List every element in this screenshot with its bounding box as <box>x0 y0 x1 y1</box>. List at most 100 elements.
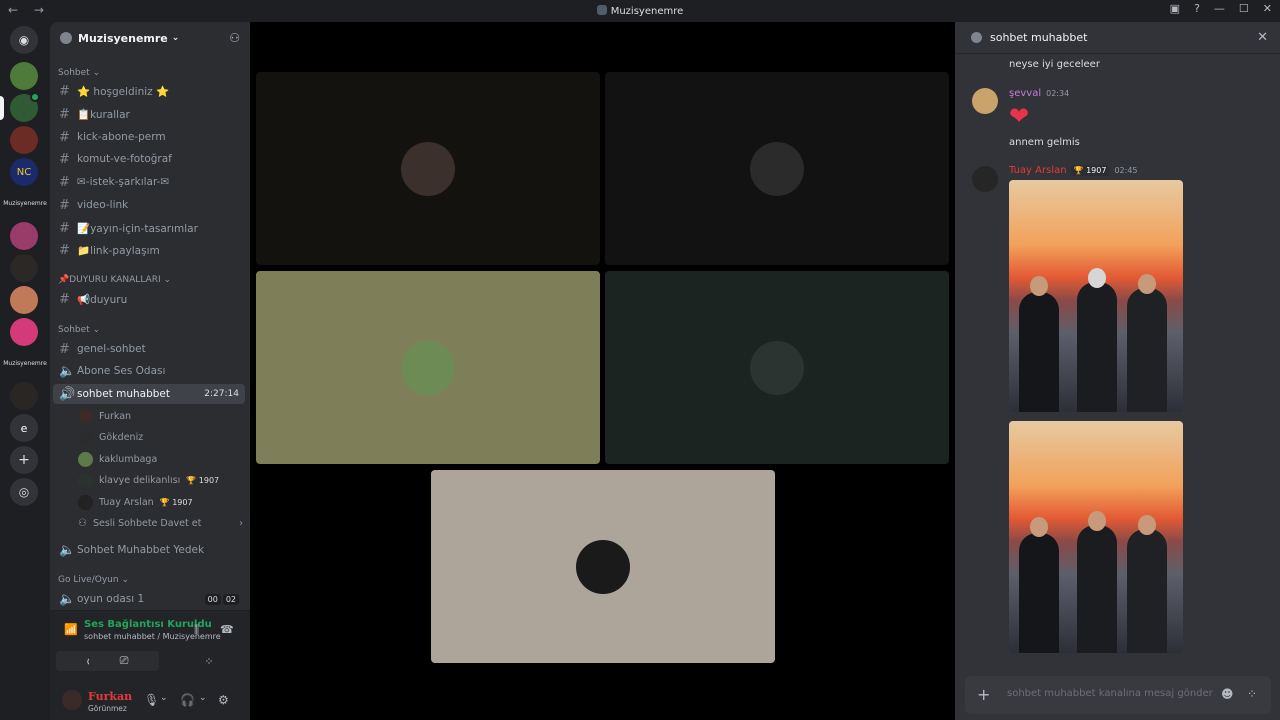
headphones-icon[interactable]: 🎧 <box>180 693 195 707</box>
message-author[interactable]: Tuay Arslan <box>1009 165 1067 176</box>
voice-channel-abone[interactable]: 🔈 Abone Ses Odası <box>53 361 245 381</box>
channel-hosgeldiniz[interactable]: # ⭐ hoşgeldiniz ⭐ <box>53 81 245 101</box>
avatar <box>78 408 93 424</box>
chevron-down-icon[interactable]: ⌄ <box>199 693 207 703</box>
voice-invite-link[interactable]: ⚇ Sesli Sohbete Davet et › <box>78 513 243 533</box>
video-tile[interactable] <box>605 271 949 464</box>
voice-user[interactable]: klavye delikanlısı 🏆 1907 <box>78 470 219 490</box>
message-author[interactable]: şevval <box>1009 88 1041 99</box>
hash-icon: # <box>59 341 70 357</box>
add-attachment-icon[interactable]: + <box>977 685 990 704</box>
emoji-icon[interactable]: ☻ <box>1221 687 1234 701</box>
server-icon[interactable] <box>10 286 38 314</box>
signal-icon[interactable]: 📶 <box>64 623 78 636</box>
server-icon[interactable]: e <box>10 414 38 442</box>
settings-gear-icon[interactable]: ⚙ <box>218 693 229 707</box>
voice-user[interactable]: Tuay Arslan 🏆 1907 <box>78 492 193 512</box>
speaker-icon: 🔊 <box>59 386 76 402</box>
add-member-icon[interactable]: ⚇ <box>229 31 240 45</box>
help-icon[interactable]: ? <box>1194 2 1200 15</box>
channel-video-link[interactable]: # video-link <box>53 195 245 215</box>
server-icon[interactable] <box>10 382 38 410</box>
server-icon[interactable]: NC <box>10 158 38 186</box>
participant-avatar <box>576 539 630 594</box>
server-icon[interactable] <box>10 254 38 282</box>
channel-genel-sohbet[interactable]: # genel-sohbet <box>53 339 245 359</box>
screen-share-button[interactable]: ⎚ <box>89 651 159 671</box>
apps-icon[interactable]: ⁘ <box>1247 687 1257 701</box>
voice-status: Ses Bağlantısı Kuruldu <box>84 619 212 630</box>
server-icon[interactable] <box>10 222 38 250</box>
message-composer: + sohbet muhabbet kanalına mesaj gönder … <box>965 676 1271 714</box>
photo-person <box>1019 533 1059 653</box>
server-text-label[interactable]: Muzisyenemre <box>0 200 50 207</box>
image-attachment[interactable] <box>1009 421 1183 653</box>
video-tile[interactable] <box>256 72 600 265</box>
user-name[interactable]: Furkan <box>88 690 132 703</box>
trophy-badge: 🏆 1907 <box>186 475 220 485</box>
disconnect-icon[interactable]: ☎ <box>220 623 234 636</box>
discover-icon[interactable]: ◎ <box>10 478 38 506</box>
channel-link-paylasim[interactable]: # 📁link-paylaşım <box>53 240 245 260</box>
avatar <box>78 451 93 467</box>
guild-header[interactable]: Muzisyenemre ⌄ ⚇ <box>50 22 250 54</box>
video-tile[interactable] <box>256 271 600 464</box>
close-window-button[interactable]: ✕ <box>1263 2 1272 15</box>
category-sohbet[interactable]: Sohbet ⌄ <box>58 68 100 78</box>
message-time: 02:34 <box>1046 89 1070 98</box>
channel-kick-abone-perm[interactable]: # kick-abone-perm <box>53 127 245 147</box>
channel-sidebar: Muzisyenemre ⌄ ⚇ Sohbet ⌄ # ⭐ hoşgeldiniz… <box>50 22 250 720</box>
voice-channel-yedek[interactable]: 🔈 Sohbet Muhabbet Yedek <box>53 540 245 560</box>
microphone-icon[interactable]: 🎙 <box>144 693 159 707</box>
avatar[interactable] <box>972 166 998 192</box>
participant-avatar <box>401 141 455 196</box>
video-tile[interactable] <box>605 72 949 265</box>
activities-button[interactable]: ⁘ <box>174 651 244 671</box>
voice-channel-sohbet-muhabbet[interactable]: 🔊 sohbet muhabbet 2:27:14 <box>53 384 245 404</box>
channel-istek-sarkilar[interactable]: # ✉-istek-şarkılar-✉ <box>53 172 245 192</box>
server-letter: e <box>20 421 28 435</box>
category-go-live[interactable]: Go Live/Oyun ⌄ <box>58 575 129 585</box>
photo-head <box>1088 511 1106 531</box>
channel-kurallar[interactable]: # 📋kurallar <box>53 104 245 124</box>
voice-channel-path[interactable]: sohbet muhabbet / Muzisyenemre <box>84 632 221 641</box>
chat-bubble-icon <box>971 32 982 43</box>
channel-yayin-tasarimlar[interactable]: # 📝yayın-için-tasarımlar <box>53 218 245 238</box>
speaker-icon: 🔈 <box>59 591 76 607</box>
minimize-button[interactable]: — <box>1214 2 1225 15</box>
guild-icon <box>60 32 72 44</box>
inbox-icon[interactable]: ▣ <box>1170 2 1180 15</box>
noise-suppression-icon[interactable]: ⫼ <box>194 623 199 637</box>
category-duyuru[interactable]: 📌DUYURU KANALLARI ⌄ <box>58 275 171 285</box>
avatar[interactable] <box>62 690 82 710</box>
channel-duyuru[interactable]: # 📢duyuru <box>53 289 245 309</box>
image-attachment[interactable] <box>1009 180 1183 412</box>
channel-komut-ve-fotograf[interactable]: # komut-ve-fotoğraf <box>53 149 245 169</box>
hash-icon: # <box>59 83 70 99</box>
title-bar: ← → Muzisyenemre ▣ ? — ☐ ✕ <box>0 0 1280 22</box>
screen-share-icon: ⎚ <box>119 654 129 667</box>
maximize-button[interactable]: ☐ <box>1239 2 1249 15</box>
server-icon[interactable] <box>10 62 38 90</box>
chevron-down-icon[interactable]: ⌄ <box>160 693 168 703</box>
server-icon[interactable] <box>10 318 38 346</box>
message-input[interactable]: sohbet muhabbet kanalına mesaj gönder <box>1007 688 1213 699</box>
server-icon[interactable] <box>10 126 38 154</box>
voice-user[interactable]: kaklumbaga <box>78 449 157 469</box>
voice-user[interactable]: Gökdeniz <box>78 427 143 447</box>
window-controls[interactable]: ▣ ? — ☐ ✕ <box>1170 2 1272 15</box>
voice-user[interactable]: Furkan <box>78 406 131 426</box>
voice-channel-oyun[interactable]: 🔈 oyun odası 1 00 02 <box>53 589 245 609</box>
user-status: Görünmez <box>88 704 127 713</box>
message-text: annem gelmis <box>1009 137 1080 148</box>
category-sohbet-2[interactable]: Sohbet ⌄ <box>58 325 100 335</box>
chat-header: sohbet muhabbet ✕ <box>955 22 1280 54</box>
close-icon[interactable]: ✕ <box>1257 30 1268 45</box>
discord-home-icon[interactable]: ◉ <box>10 26 38 54</box>
avatar[interactable] <box>972 88 998 114</box>
server-text-label[interactable]: Muzisyenemre <box>0 360 50 367</box>
server-icon[interactable] <box>10 92 40 122</box>
video-tile[interactable] <box>431 470 775 663</box>
photo-head <box>1088 268 1106 288</box>
add-server-icon[interactable]: + <box>10 446 38 474</box>
